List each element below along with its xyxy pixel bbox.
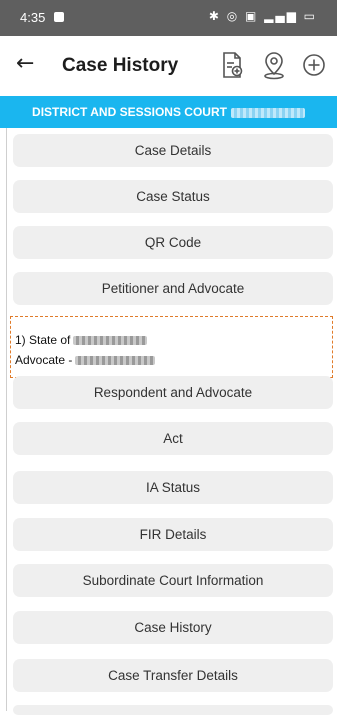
add-circle-icon[interactable] bbox=[300, 50, 328, 80]
court-banner: DISTRICT AND SESSIONS COURT bbox=[0, 96, 337, 128]
subordinate-court-button[interactable]: Subordinate Court Information bbox=[13, 564, 333, 597]
app-bar: ← Case History bbox=[0, 36, 337, 96]
fir-details-button[interactable]: FIR Details bbox=[13, 518, 333, 551]
status-time: 4:35 bbox=[20, 10, 46, 25]
petitioner-name: 1) State of bbox=[15, 333, 148, 347]
status-bar: 4:35 ✱ ◎ ▣ ▂▄▆ ▭ bbox=[0, 0, 337, 36]
next-section-button[interactable] bbox=[13, 705, 333, 715]
act-button[interactable]: Act bbox=[13, 422, 333, 455]
back-arrow-icon[interactable]: ← bbox=[16, 51, 34, 76]
qr-code-button[interactable]: QR Code bbox=[13, 226, 333, 259]
redacted-text bbox=[75, 356, 156, 366]
redacted-text bbox=[230, 107, 305, 118]
petitioner-details: 1) State of Advocate - bbox=[10, 316, 333, 378]
ia-status-button[interactable]: IA Status bbox=[13, 471, 333, 504]
respondent-advocate-button[interactable]: Respondent and Advocate bbox=[13, 376, 333, 409]
petitioner-advocate: Advocate - bbox=[15, 353, 156, 367]
case-history-button[interactable]: Case History bbox=[13, 611, 333, 644]
scroll-track bbox=[6, 128, 7, 711]
redacted-text bbox=[73, 336, 148, 346]
case-details-button[interactable]: Case Details bbox=[13, 134, 333, 167]
case-transfer-button[interactable]: Case Transfer Details bbox=[13, 659, 333, 692]
notification-icon bbox=[54, 12, 64, 22]
document-add-icon[interactable] bbox=[218, 50, 246, 80]
status-icons: ✱ ◎ ▣ ▂▄▆ ▭ bbox=[208, 9, 317, 23]
case-status-button[interactable]: Case Status bbox=[13, 180, 333, 213]
petitioner-advocate-button[interactable]: Petitioner and Advocate bbox=[13, 272, 333, 305]
court-name: DISTRICT AND SESSIONS COURT bbox=[32, 105, 227, 119]
location-pin-icon[interactable] bbox=[260, 50, 288, 80]
page-title: Case History bbox=[62, 55, 179, 76]
